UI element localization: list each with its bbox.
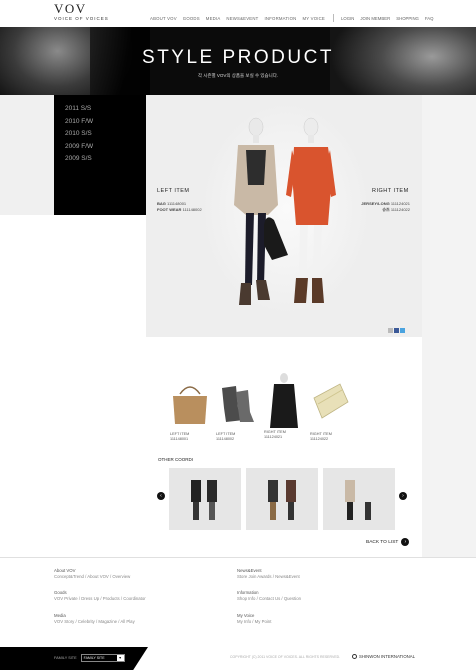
logo-mark: VOV [54, 1, 87, 16]
product-code: 111124022 [310, 437, 329, 441]
season-item[interactable]: 2009 F/W [65, 141, 146, 154]
family-site-value: FAMILY SITE [83, 656, 105, 660]
logo[interactable]: VOV VOICE OF VOICES [54, 1, 109, 21]
coordi-image [345, 480, 373, 520]
coordi-image [268, 480, 296, 520]
product-code: 111148002 [216, 437, 235, 441]
left-item-details: BAG 111148001 FOOT WEAR 111148002 [157, 201, 202, 213]
left-item-name: FOOT WEAR [157, 207, 182, 212]
footer-links[interactable]: Concept&Trend / About VOV / Overview [54, 574, 130, 580]
footer-col-media: Media VOV Story / Celebrity / Magazine /… [54, 613, 135, 624]
season-item[interactable]: 2009 S/S [65, 153, 146, 166]
coordi-image [191, 480, 217, 520]
family-site: FAMILY SITE FAMILY SITE ▾ [54, 654, 125, 662]
product-item[interactable]: LEFT ITEM 111148002 [216, 378, 256, 441]
season-item[interactable]: 2010 F/W [65, 116, 146, 129]
util-nav: LOGIN JOIN MEMBER SHOPPING FAQ [341, 16, 440, 21]
left-column-bg [0, 215, 146, 557]
right-item-name: 슈즈 [382, 207, 390, 212]
logo-tagline: VOICE OF VOICES [54, 16, 109, 21]
copyright: COPYRIGHT (C) 2011 VOICE OF VOICES. ALL … [230, 655, 341, 659]
right-item-details: JERSEY/LONG 111124021 슈즈 111124022 [352, 201, 410, 213]
shoes-image [222, 386, 254, 422]
right-item-code: 111124022 [390, 207, 410, 212]
twitter-icon[interactable] [400, 328, 405, 333]
facebook-icon[interactable] [394, 328, 399, 333]
company-brand: SHINWON INTERNATIONAL [352, 654, 415, 659]
coordi-thumb[interactable] [323, 468, 395, 530]
left-item-code: 111148001 [167, 201, 187, 206]
footer-links[interactable]: Shop Info / Contact Us / Question [237, 596, 301, 602]
left-item-label: LEFT ITEM [157, 188, 190, 194]
other-coordi-title: OTHER COORDI [158, 457, 194, 462]
footer-links[interactable]: Store Join Awards / News&Event [237, 574, 300, 580]
nav-information[interactable]: INFORMATION [265, 16, 297, 21]
next-arrow-icon[interactable]: › [399, 492, 407, 500]
nav-join[interactable]: JOIN MEMBER [360, 16, 390, 21]
right-item-label: RIGHT ITEM [372, 188, 409, 194]
company-logo-icon [352, 654, 357, 659]
back-to-list-label: BACK TO LIST [366, 539, 399, 545]
footer-col-my-voice: My Voice My Info / My Point [237, 613, 271, 624]
nav-login[interactable]: LOGIN [341, 16, 354, 21]
season-item[interactable]: 2011 S/S [65, 103, 146, 116]
nav-news-event[interactable]: NEWS&EVENT [226, 16, 258, 21]
season-item[interactable]: 2010 S/S [65, 128, 146, 141]
right-item-code: 111124021 [390, 201, 410, 206]
main-nav: ABOUT VOV GOODS MEDIA NEWS&EVENT INFORMA… [150, 16, 331, 21]
footer-col-news: News&Event Store Join Awards / News&Even… [237, 568, 300, 579]
product-stage [146, 95, 422, 337]
footer: About VOV Concept&Trend / About VOV / Ov… [0, 557, 476, 647]
nav-faq[interactable]: FAQ [425, 16, 434, 21]
family-site-label: FAMILY SITE [54, 656, 77, 660]
page-title: STYLE PRODUCT [142, 47, 334, 68]
product-item[interactable]: LEFT ITEM 111148001 [170, 378, 210, 441]
nav-about[interactable]: ABOUT VOV [150, 16, 177, 21]
bag-image [173, 386, 207, 424]
family-site-select[interactable]: FAMILY SITE ▾ [80, 654, 125, 662]
share-buttons [388, 328, 406, 333]
right-column-bg [422, 95, 476, 557]
mannequin-image [234, 117, 336, 305]
coordi-thumb[interactable] [246, 468, 318, 530]
nav-goods[interactable]: GOODS [183, 16, 200, 21]
footer-col-about: About VOV Concept&Trend / About VOV / Ov… [54, 568, 130, 579]
hero-banner: STYLE PRODUCT 각 시즌별 VOV의 상품을 보실 수 있습니다. [0, 27, 476, 95]
nav-divider [333, 14, 334, 22]
nav-my-voice[interactable]: MY VOICE [302, 16, 325, 21]
footer-links[interactable]: VOV Story / Celebrity / Magazine / All P… [54, 619, 135, 625]
coordi-thumb[interactable] [169, 468, 241, 530]
header: VOV VOICE OF VOICES ABOUT VOV GOODS MEDI… [0, 0, 476, 27]
product-item[interactable]: RIGHT ITEM 111124022 [310, 378, 350, 441]
footer-links[interactable]: My Info / My Point [237, 619, 271, 625]
product-code: 111148001 [170, 437, 189, 441]
right-item-name: JERSEY/LONG [361, 201, 390, 206]
prev-arrow-icon[interactable]: ‹ [157, 492, 165, 500]
arrow-right-icon: › [401, 538, 410, 546]
left-item-code: 111148002 [182, 207, 202, 212]
left-item-name: BAG [157, 201, 166, 206]
nav-shopping[interactable]: SHOPPING [396, 16, 419, 21]
page-subtitle: 각 시즌별 VOV의 상품을 보실 수 있습니다. [197, 73, 279, 78]
company-name: SHINWON INTERNATIONAL [359, 654, 416, 659]
footer-links[interactable]: VOV Private / Dress Up / Products / Coor… [54, 596, 146, 602]
back-to-list-button[interactable]: BACK TO LIST › [366, 538, 410, 546]
product-code: 111124021 [264, 435, 283, 439]
footer-col-information: Information Shop Info / Contact Us / Que… [237, 590, 301, 601]
share-icon[interactable] [388, 328, 393, 333]
cuff-image [313, 383, 349, 419]
nav-media[interactable]: MEDIA [206, 16, 221, 21]
chevron-down-icon: ▾ [116, 655, 124, 661]
footer-col-goods: Goods VOV Private / Dress Up / Products … [54, 590, 146, 601]
season-menu: 2011 S/S 2010 F/W 2010 S/S 2009 F/W 2009… [54, 95, 146, 215]
jersey-image [270, 373, 298, 428]
product-item[interactable]: RIGHT ITEM 111124021 [264, 372, 304, 439]
